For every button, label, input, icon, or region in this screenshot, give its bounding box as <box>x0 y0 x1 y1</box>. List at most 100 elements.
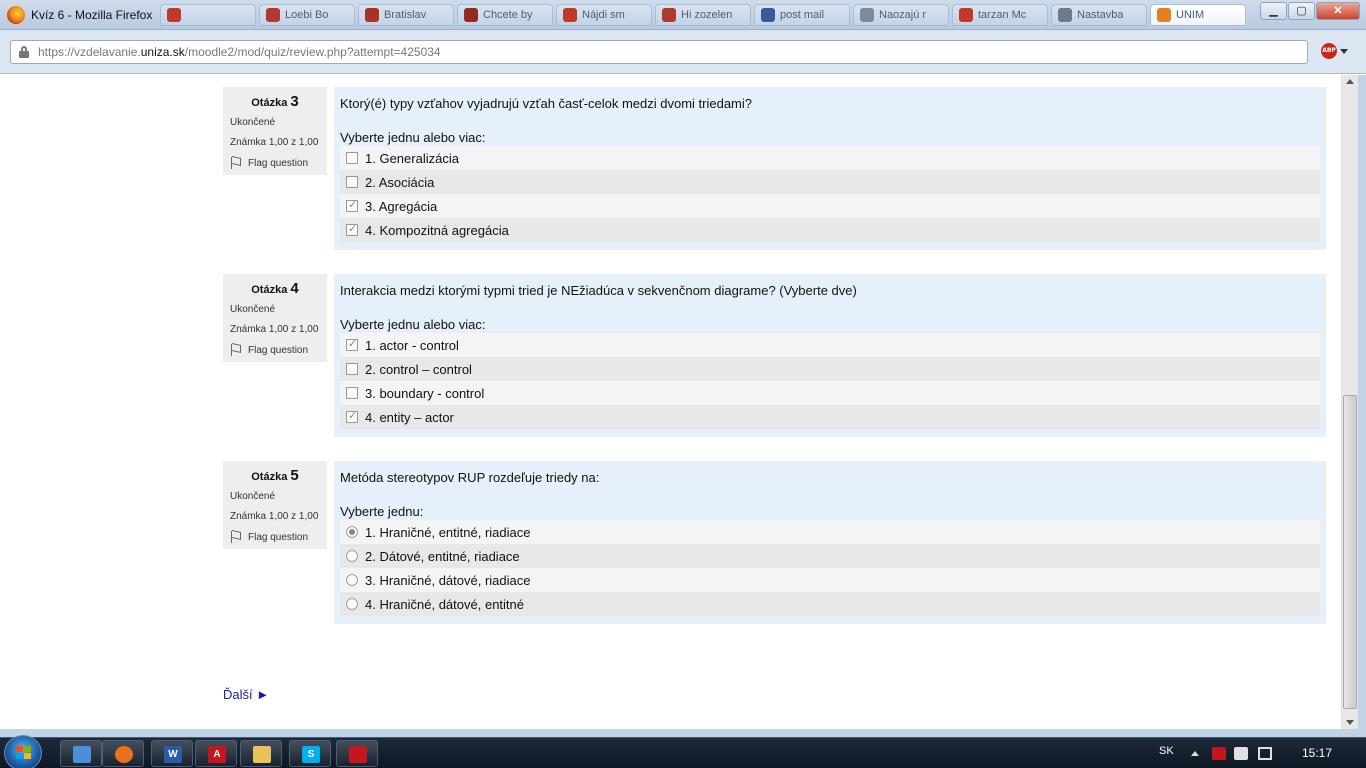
adblock-dropdown-icon[interactable] <box>1340 49 1348 54</box>
address-bar[interactable]: https://vzdelavanie.uniza.sk/moodle2/mod… <box>10 40 1308 64</box>
answer-radio[interactable] <box>346 550 358 562</box>
question-number: Otázka 3 <box>251 93 299 110</box>
answer-option[interactable]: 3. Agregácia <box>340 194 1320 218</box>
url-text[interactable]: https://vzdelavanie.uniza.sk/moodle2/mod… <box>38 45 441 59</box>
answer-checkbox[interactable] <box>346 387 358 399</box>
lock-icon <box>19 46 29 58</box>
answer-option[interactable]: 1. Generalizácia <box>340 146 1320 170</box>
tab-label: Bratislav <box>384 9 427 21</box>
scrollbar-thumb[interactable] <box>1343 395 1357 709</box>
question-text: Metóda stereotypov RUP rozdeľuje triedy … <box>340 470 600 485</box>
answer-option[interactable]: 3. boundary - control <box>340 381 1320 405</box>
tab-favicon-icon <box>365 8 379 22</box>
taskbar-firefox-button[interactable] <box>102 740 144 767</box>
answer-radio[interactable] <box>346 526 358 538</box>
device-icon[interactable] <box>1234 747 1248 760</box>
maximize-button[interactable]: ▢ <box>1288 2 1315 20</box>
answer-label: 2. control – control <box>365 361 472 377</box>
start-button[interactable] <box>4 735 42 768</box>
question-text: Interakcia medzi ktorými typmi tried je … <box>340 283 857 298</box>
scroll-up-icon[interactable] <box>1346 79 1354 84</box>
answer-label: 4. entity – actor <box>365 409 454 425</box>
system-tray: SK 15:17 <box>1150 738 1366 768</box>
flag-question-link[interactable]: Flag question <box>230 531 320 543</box>
scroll-down-icon[interactable] <box>1346 720 1354 725</box>
question-state: Ukončené <box>230 117 276 128</box>
taskbar-skype-button[interactable]: S <box>289 740 331 767</box>
answer-option[interactable]: 2. Asociácia <box>340 170 1320 194</box>
browser-tab[interactable]: Loebi Bo <box>259 4 355 26</box>
taskbar-explorer-button[interactable] <box>240 740 282 767</box>
word-icon: W <box>164 746 182 763</box>
question-content: Ktorý(é) typy vzťahov vyjadrujú vzťah ča… <box>334 87 1326 250</box>
firefox-icon <box>115 746 133 763</box>
answer-radio[interactable] <box>346 598 358 610</box>
tab-favicon-icon <box>761 8 775 22</box>
minimize-button[interactable]: ▁ <box>1260 2 1287 20</box>
flag-question-link[interactable]: Flag question <box>230 344 320 356</box>
answer-label: 4. Hraničné, dátové, entitné <box>365 596 524 612</box>
tab-label: Hi zozelen <box>681 9 733 21</box>
answer-option[interactable]: 4. Kompozitná agregácia <box>340 218 1320 242</box>
vertical-scrollbar[interactable] <box>1341 75 1358 729</box>
answer-option[interactable]: 4. entity – actor <box>340 405 1320 429</box>
taskbar-word-button[interactable]: W <box>151 740 193 767</box>
adblock-icon[interactable]: ABP <box>1321 43 1337 59</box>
tab-favicon-icon <box>662 8 676 22</box>
answer-list: 1. Hraničné, entitné, riadiace 2. Dátové,… <box>340 520 1320 616</box>
flag-question-label: Flag question <box>248 344 309 356</box>
answer-checkbox[interactable] <box>346 222 358 236</box>
question-grade: Známka 1,00 z 1,00 <box>230 324 319 335</box>
browser-tab[interactable]: post mail <box>754 4 850 26</box>
show-hidden-icons-icon[interactable] <box>1191 751 1199 756</box>
answer-option[interactable]: 1. actor - control <box>340 333 1320 357</box>
browser-tab[interactable]: Nájdi sm <box>556 4 652 26</box>
tab-favicon-icon <box>1058 8 1072 22</box>
answer-checkbox[interactable] <box>346 176 358 188</box>
answer-option[interactable]: 1. Hraničné, entitné, riadiace <box>340 520 1320 544</box>
answer-checkbox[interactable] <box>346 363 358 375</box>
answer-checkbox[interactable] <box>346 152 358 164</box>
app-icon <box>349 746 367 763</box>
answer-option[interactable]: 2. Dátové, entitné, riadiace <box>340 544 1320 568</box>
answer-prompt: Vyberte jednu: <box>340 504 424 519</box>
explorer-icon <box>253 746 271 763</box>
clock[interactable]: 15:17 <box>1302 746 1332 760</box>
network-icon[interactable] <box>1258 747 1272 760</box>
language-indicator[interactable]: SK <box>1159 745 1174 757</box>
browser-tab[interactable]: Nastavba <box>1051 4 1147 26</box>
window-titlebar: Kvíz 6 - Mozilla Firefox Loebi Bo Bratisl… <box>0 0 1366 30</box>
tab-favicon-icon <box>1157 8 1171 22</box>
window-title: Kvíz 6 - Mozilla Firefox <box>31 8 153 22</box>
answer-label: 1. Hraničné, entitné, riadiace <box>365 524 531 540</box>
taskbar-acrobat-button[interactable]: A <box>195 740 237 767</box>
page-content: Otázka 3 Ukončené Známka 1,00 z 1,00 Flag q… <box>0 75 1341 729</box>
navigation-toolbar: https://vzdelavanie.uniza.sk/moodle2/mod… <box>0 30 1366 74</box>
action-center-icon[interactable] <box>1212 747 1226 760</box>
skype-icon: S <box>302 746 320 763</box>
browser-tab[interactable]: Chcete by <box>457 4 553 26</box>
browser-tab-strip: Loebi Bo Bratislav Chcete by Nájdi sm Hi zoz… <box>160 4 1250 26</box>
taskbar-show-windows-button[interactable] <box>60 740 102 767</box>
browser-tab[interactable]: UNIM <box>1150 4 1246 26</box>
answer-radio[interactable] <box>346 574 358 586</box>
answer-checkbox[interactable] <box>346 337 358 351</box>
answer-checkbox[interactable] <box>346 409 358 423</box>
browser-tab[interactable]: Bratislav <box>358 4 454 26</box>
next-page-link[interactable]: Ďalší ► <box>223 687 269 702</box>
browser-tab[interactable] <box>160 4 256 26</box>
question-state: Ukončené <box>230 304 276 315</box>
answer-option[interactable]: 2. control – control <box>340 357 1320 381</box>
close-button[interactable]: ✕ <box>1316 2 1360 20</box>
taskbar-app-button[interactable] <box>336 740 378 767</box>
flag-question-link[interactable]: Flag question <box>230 157 320 169</box>
tab-label: Chcete by <box>483 9 533 21</box>
browser-tab[interactable]: tarzan Mc <box>952 4 1048 26</box>
tab-label: post mail <box>780 9 825 21</box>
question-info: Otázka 5 Ukončené Známka 1,00 z 1,00 Flag q… <box>223 461 327 549</box>
answer-option[interactable]: 3. Hraničné, dátové, riadiace <box>340 568 1320 592</box>
answer-option[interactable]: 4. Hraničné, dátové, entitné <box>340 592 1320 616</box>
answer-checkbox[interactable] <box>346 198 358 212</box>
browser-tab[interactable]: Naozajú r <box>853 4 949 26</box>
browser-tab[interactable]: Hi zozelen <box>655 4 751 26</box>
